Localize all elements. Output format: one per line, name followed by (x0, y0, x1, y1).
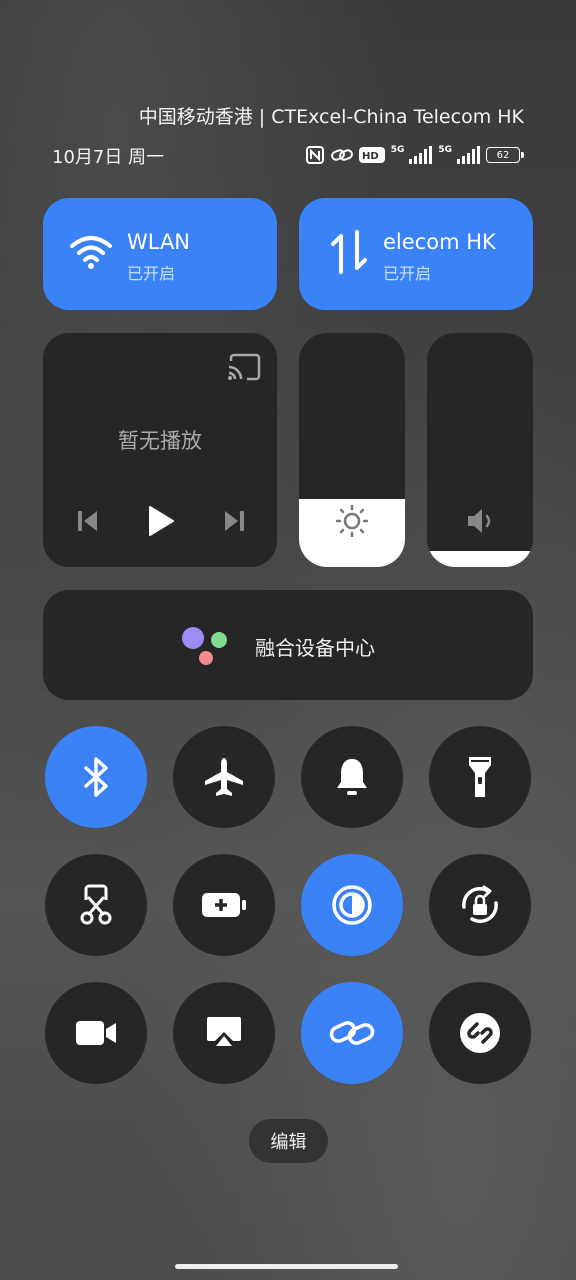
speaker-icon (468, 509, 491, 533)
link-icon (329, 1021, 375, 1045)
reading-mode-icon (332, 885, 372, 925)
screen-cast-icon (207, 1017, 241, 1046)
battery-icon: 62 (486, 147, 524, 163)
edit-button[interactable]: 编辑 (249, 1119, 328, 1163)
airplane-mode-toggle[interactable] (173, 726, 275, 828)
battery-saver-icon (202, 893, 246, 917)
no-playback-label: 暂无播放 (118, 429, 202, 453)
device-center-tile[interactable]: 融合设备中心 (43, 590, 533, 700)
nfc-icon (305, 146, 324, 164)
shazam-icon (460, 1013, 500, 1053)
reading-mode-toggle[interactable] (301, 854, 403, 956)
wifi-icon (70, 236, 112, 269)
signal-icon (409, 146, 433, 164)
bell-icon (337, 759, 367, 795)
status-icons: HD 5G 5G 62 (305, 144, 524, 166)
home-indicator[interactable] (175, 1264, 398, 1269)
rotation-lock-toggle[interactable] (429, 854, 531, 956)
screenshot-toggle[interactable] (45, 854, 147, 956)
mobile-data-title: elecom HK (383, 230, 496, 254)
screen-record-toggle[interactable] (45, 982, 147, 1084)
wlan-title: WLAN (127, 230, 191, 254)
brightness-slider[interactable] (299, 333, 405, 567)
previous-track-icon[interactable] (77, 509, 99, 533)
bluetooth-icon (84, 757, 108, 797)
play-icon[interactable] (147, 505, 175, 537)
wlan-tile[interactable]: WLAN 已开启 (43, 198, 277, 310)
screen-cast-toggle[interactable] (173, 982, 275, 1084)
cast-icon[interactable] (227, 353, 261, 381)
video-camera-icon (76, 1021, 116, 1045)
link-status-icon (330, 149, 353, 161)
wlan-status: 已开启 (127, 264, 176, 283)
rotation-lock-icon (462, 885, 498, 923)
next-track-icon[interactable] (223, 509, 245, 533)
signal-icon (457, 146, 480, 164)
svg-text:HD: HD (362, 151, 379, 162)
mobile-data-status: 已开启 (383, 264, 432, 283)
sim2-network-label: 5G (438, 145, 452, 155)
volume-fill (427, 550, 533, 567)
date-label: 10月7日 周一 (52, 147, 165, 168)
flashlight-icon (469, 757, 491, 797)
screenshot-scissors-icon (80, 884, 112, 925)
device-center-icon (182, 627, 227, 665)
sun-icon (336, 505, 368, 537)
shazam-toggle[interactable] (429, 982, 531, 1084)
media-player-tile[interactable]: 暂无播放 (43, 333, 277, 567)
link-toggle[interactable] (301, 982, 403, 1084)
sim1-network-label: 5G (390, 145, 405, 155)
mobile-data-tile[interactable]: elecom HK 已开启 (299, 198, 533, 310)
bluetooth-toggle[interactable] (45, 726, 147, 828)
battery-saver-toggle[interactable] (173, 854, 275, 956)
airplane-icon (205, 758, 243, 796)
silent-mode-toggle[interactable] (301, 726, 403, 828)
device-center-label: 融合设备中心 (255, 636, 375, 660)
mobile-data-icon (331, 230, 367, 274)
hd-icon: HD (358, 147, 385, 163)
volume-slider[interactable] (427, 333, 533, 567)
flashlight-toggle[interactable] (429, 726, 531, 828)
carrier-label: 中国移动香港 | CTExcel-China Telecom HK (138, 106, 524, 128)
